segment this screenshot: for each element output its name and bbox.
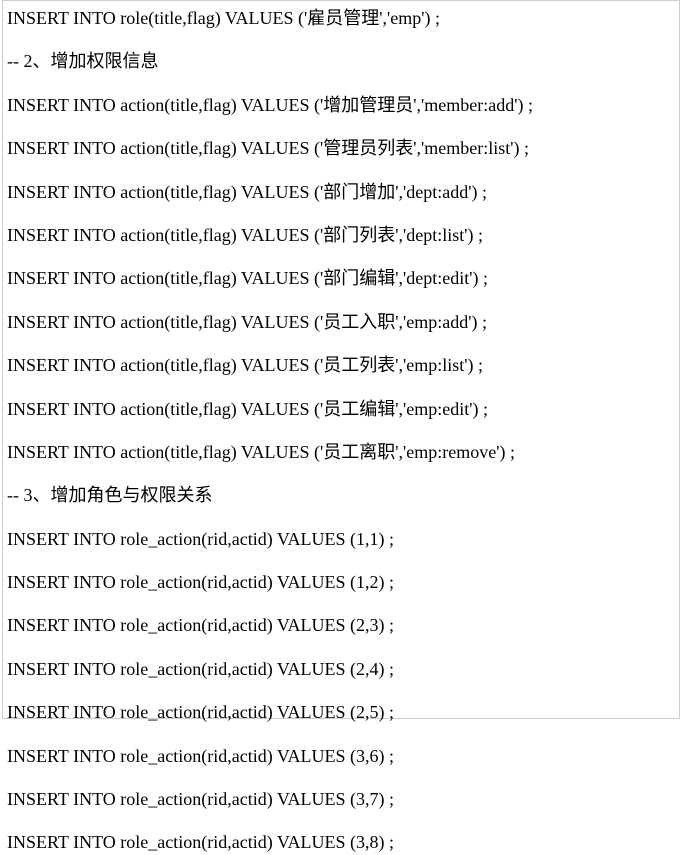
code-line: -- 2、增加权限信息 xyxy=(7,50,675,73)
code-line: INSERT INTO action(title,flag) VALUES ('… xyxy=(7,398,675,421)
code-line: INSERT INTO role_action(rid,actid) VALUE… xyxy=(7,788,675,811)
code-line: INSERT INTO action(title,flag) VALUES ('… xyxy=(7,137,675,160)
code-line: INSERT INTO action(title,flag) VALUES ('… xyxy=(7,354,675,377)
code-line: INSERT INTO action(title,flag) VALUES ('… xyxy=(7,224,675,247)
code-line: INSERT INTO action(title,flag) VALUES ('… xyxy=(7,311,675,334)
code-line: INSERT INTO role_action(rid,actid) VALUE… xyxy=(7,571,675,594)
code-line: INSERT INTO role_action(rid,actid) VALUE… xyxy=(7,701,675,724)
code-container: INSERT INTO role(title,flag) VALUES ('雇员… xyxy=(2,0,680,719)
code-line: INSERT INTO action(title,flag) VALUES ('… xyxy=(7,267,675,290)
code-line: INSERT INTO action(title,flag) VALUES ('… xyxy=(7,94,675,117)
code-line: INSERT INTO action(title,flag) VALUES ('… xyxy=(7,181,675,204)
code-line: INSERT INTO role_action(rid,actid) VALUE… xyxy=(7,831,675,854)
code-line: INSERT INTO role_action(rid,actid) VALUE… xyxy=(7,614,675,637)
code-line: INSERT INTO role_action(rid,actid) VALUE… xyxy=(7,658,675,681)
code-line: INSERT INTO role_action(rid,actid) VALUE… xyxy=(7,528,675,551)
code-line: INSERT INTO role(title,flag) VALUES ('雇员… xyxy=(7,7,675,30)
code-line: -- 3、增加角色与权限关系 xyxy=(7,484,675,507)
code-line: INSERT INTO action(title,flag) VALUES ('… xyxy=(7,441,675,464)
code-line: INSERT INTO role_action(rid,actid) VALUE… xyxy=(7,745,675,768)
